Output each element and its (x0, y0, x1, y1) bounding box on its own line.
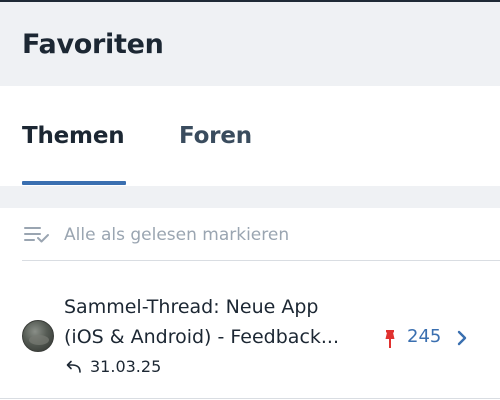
last-reply-date: 31.03.25 (90, 357, 162, 376)
mark-read-icon (24, 227, 49, 243)
mark-all-read-label: Alle als gelesen markieren (64, 225, 290, 245)
chevron-right-icon[interactable] (456, 330, 468, 346)
list-item[interactable]: Sammel-Thread: Neue App (iOS & Android) … (0, 284, 500, 384)
active-tab-indicator (22, 181, 126, 185)
tab-bar: Themen Foren (0, 86, 500, 186)
reply-count: 245 (407, 326, 442, 347)
page-header: Favoriten (0, 2, 500, 86)
tab-themen[interactable]: Themen (22, 123, 125, 149)
mark-all-read-button[interactable]: Alle als gelesen markieren (0, 208, 500, 260)
tab-foren[interactable]: Foren (179, 123, 252, 149)
reply-icon (66, 360, 81, 373)
list-divider (22, 260, 500, 261)
page-title: Favoriten (22, 29, 164, 60)
pin-icon (385, 330, 395, 348)
thread-title-line2: (iOS & Android) - Feedback... (64, 326, 340, 348)
avatar (22, 320, 54, 352)
thread-title-line1: Sammel-Thread: Neue App (64, 296, 319, 318)
list-divider-bottom (0, 398, 500, 399)
section-separator (0, 186, 500, 208)
